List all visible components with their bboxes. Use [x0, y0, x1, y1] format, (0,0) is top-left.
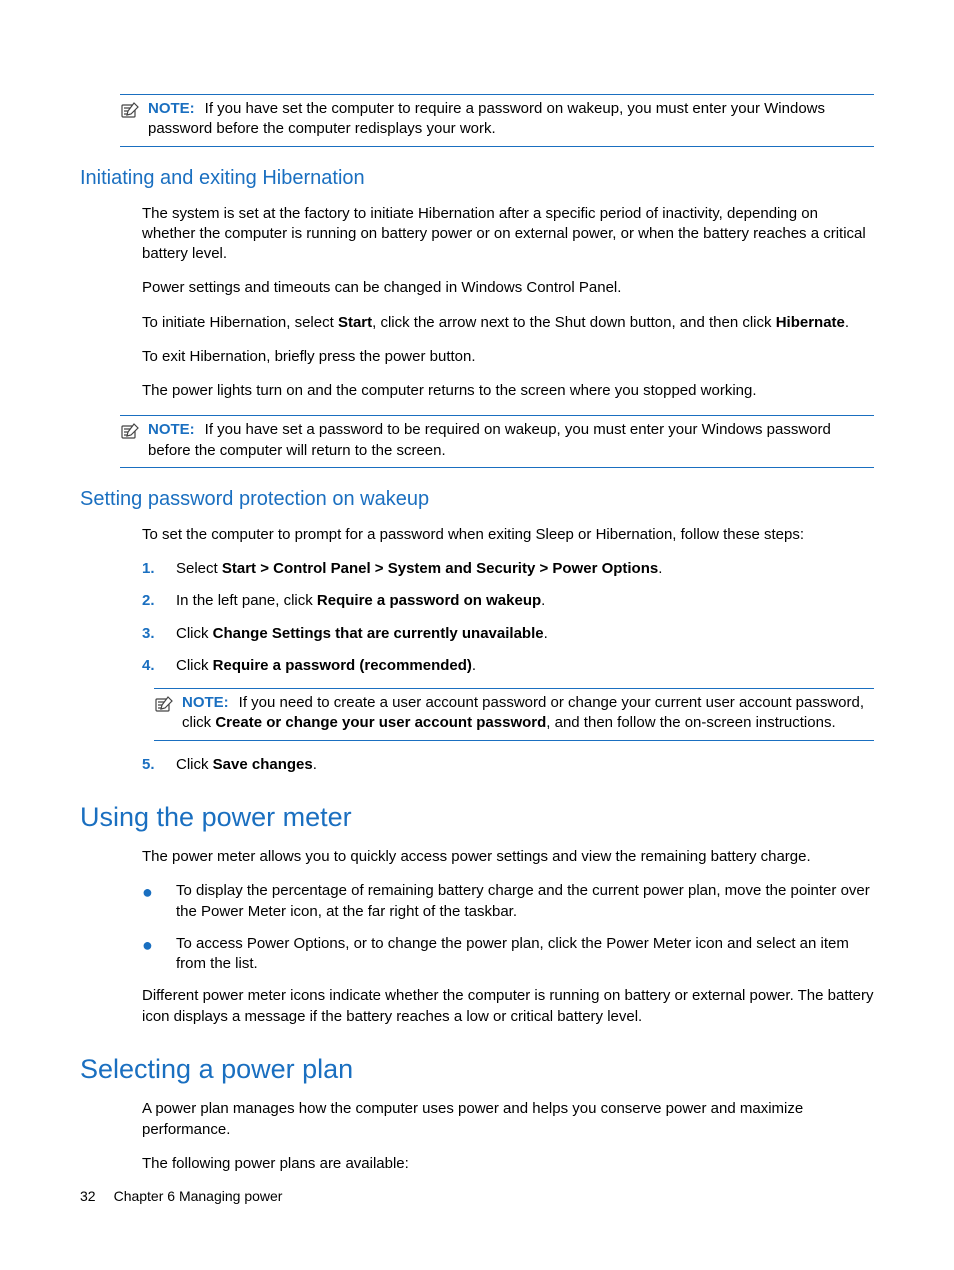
- note-icon: [154, 695, 176, 719]
- step-number: 4.: [142, 656, 176, 676]
- bullet-list: ●To display the percentage of remaining …: [142, 881, 874, 974]
- step-item: 5.Click Save changes.: [142, 755, 874, 775]
- paragraph: The power lights turn on and the compute…: [142, 381, 874, 401]
- paragraph: The power meter allows you to quickly ac…: [142, 847, 874, 867]
- paragraph: A power plan manages how the computer us…: [142, 1099, 874, 1140]
- note-icon: [120, 101, 142, 125]
- page-number: 32: [80, 1188, 96, 1204]
- step-number: 3.: [142, 624, 176, 644]
- paragraph: Power settings and timeouts can be chang…: [142, 278, 874, 298]
- step-item: 3.Click Change Settings that are current…: [142, 624, 874, 644]
- step-item: 2.In the left pane, click Require a pass…: [142, 591, 874, 611]
- paragraph: The following power plans are available:: [142, 1154, 874, 1174]
- paragraph: Different power meter icons indicate whe…: [142, 986, 874, 1027]
- step-number: 1.: [142, 559, 176, 579]
- paragraph: To exit Hibernation, briefly press the p…: [142, 347, 874, 367]
- chapter-title: Chapter 6 Managing power: [114, 1188, 283, 1204]
- note-text: If you have set the computer to require …: [148, 100, 825, 137]
- note-label: NOTE:: [148, 421, 195, 438]
- step-number: 5.: [142, 755, 176, 775]
- bullet-icon: ●: [142, 934, 176, 975]
- step-number: 2.: [142, 591, 176, 611]
- bullet-icon: ●: [142, 881, 176, 922]
- note-hibernation-password: NOTE:If you have set a password to be re…: [120, 415, 874, 468]
- step-item: 4.Click Require a password (recommended)…: [142, 656, 874, 676]
- heading-power-plan: Selecting a power plan: [80, 1051, 874, 1087]
- paragraph: To initiate Hibernation, select Start, c…: [142, 313, 874, 333]
- list-item: ●To access Power Options, or to change t…: [142, 934, 874, 975]
- heading-password-protection: Setting password protection on wakeup: [80, 486, 874, 513]
- step-item: 1.Select Start > Control Panel > System …: [142, 559, 874, 579]
- steps-list: 1.Select Start > Control Panel > System …: [142, 559, 874, 676]
- note-label: NOTE:: [182, 694, 229, 711]
- note-icon: [120, 422, 142, 446]
- note-text: If you have set a password to be require…: [148, 421, 831, 458]
- heading-hibernation: Initiating and exiting Hibernation: [80, 165, 874, 192]
- list-item: ●To display the percentage of remaining …: [142, 881, 874, 922]
- paragraph: The system is set at the factory to init…: [142, 204, 874, 265]
- page-footer: 32 Chapter 6 Managing power: [80, 1187, 282, 1206]
- note-wakeup-password: NOTE:If you have set the computer to req…: [120, 94, 874, 147]
- steps-list: 5.Click Save changes.: [142, 755, 874, 775]
- note-create-password: NOTE:If you need to create a user accoun…: [154, 688, 874, 741]
- paragraph: To set the computer to prompt for a pass…: [142, 525, 874, 545]
- heading-power-meter: Using the power meter: [80, 799, 874, 835]
- note-label: NOTE:: [148, 100, 195, 117]
